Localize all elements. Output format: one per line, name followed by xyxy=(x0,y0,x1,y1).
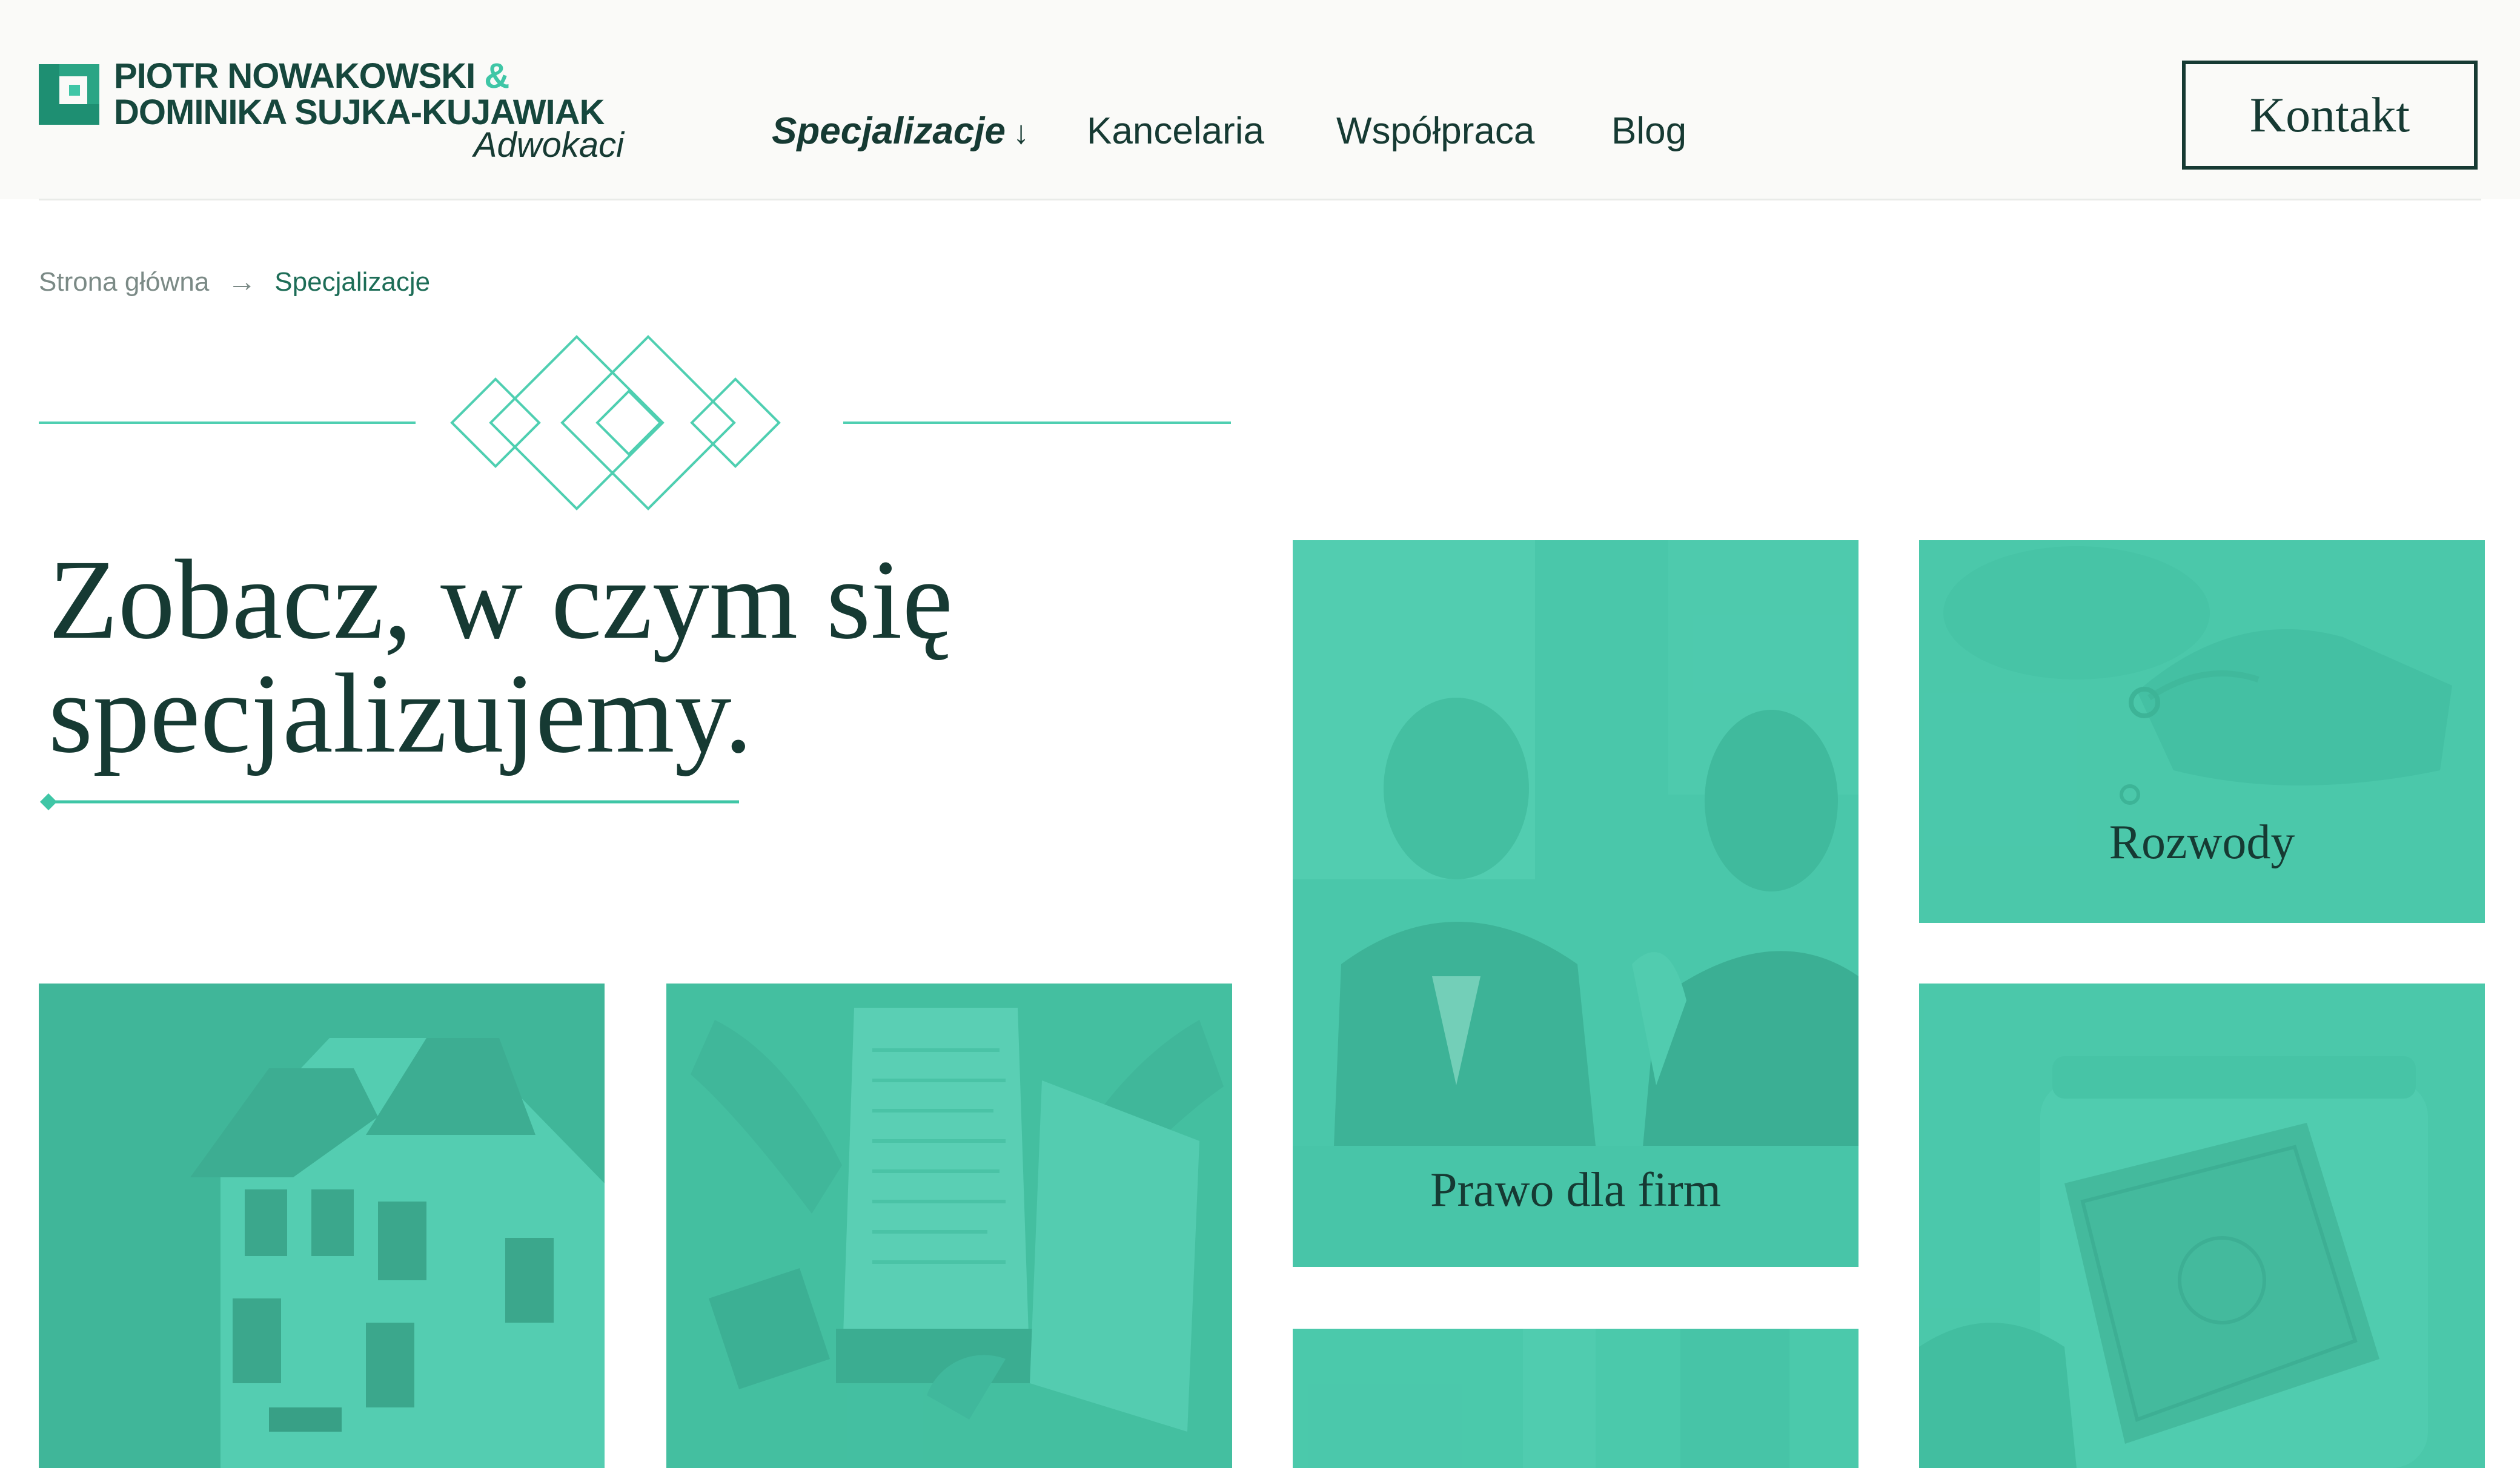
diamond-ornament-icon xyxy=(39,335,1231,511)
specialization-card-house[interactable] xyxy=(39,984,605,1468)
nav-item-kancelaria[interactable]: Kancelaria xyxy=(1087,104,1264,159)
logo-ampersand: & xyxy=(484,56,509,96)
card-tint xyxy=(1919,984,2485,1468)
card-label: Rozwody xyxy=(2109,816,2295,869)
page-title-line2: specjalizujemy. xyxy=(48,650,753,776)
arrow-down-icon: ↓ xyxy=(1013,114,1030,151)
card-label: Prawo dla firm xyxy=(1430,1163,1721,1217)
specialization-card-money-jar[interactable] xyxy=(1919,984,2485,1468)
breadcrumb-current: Specjalizacje xyxy=(274,267,431,297)
logo-icon[interactable] xyxy=(39,64,99,125)
title-underline xyxy=(40,793,739,810)
breadcrumb: Strona główna → Specjalizacje xyxy=(39,264,430,300)
page-title-line1: Zobacz, w czym się xyxy=(48,536,953,663)
nav-item-specjalizacje[interactable]: Specjalizacje ↓ xyxy=(772,104,1029,160)
specialization-card-rozwody[interactable]: Rozwody xyxy=(1919,540,2485,923)
card-tint xyxy=(39,984,605,1468)
nav-item-blog[interactable]: Blog xyxy=(1611,104,1686,159)
card-tint xyxy=(666,984,1232,1468)
page-title: Zobacz, w czym się specjalizujemy. xyxy=(48,543,1199,770)
specialization-card-office[interactable] xyxy=(1293,1329,1858,1468)
card-tint xyxy=(1293,1329,1858,1468)
nav-item-label: Specjalizacje xyxy=(772,110,1006,152)
specialization-card-contract[interactable] xyxy=(666,984,1232,1468)
breadcrumb-home-link[interactable]: Strona główna xyxy=(39,264,209,300)
logo-wordmark[interactable]: PIOTR NOWAKOWSKI & DOMINIKA SUJKA-KUJAWI… xyxy=(114,58,647,131)
specialization-card-prawo-dla-firm[interactable]: Prawo dla firm xyxy=(1293,540,1858,1267)
logo-subtitle: Adwokaci xyxy=(473,125,624,165)
header-divider xyxy=(39,199,2481,200)
logo-line1: PIOTR NOWAKOWSKI xyxy=(114,56,476,96)
nav-item-wspolpraca[interactable]: Współpraca xyxy=(1336,104,1534,159)
site-header: PIOTR NOWAKOWSKI & DOMINIKA SUJKA-KUJAWI… xyxy=(0,0,2520,199)
contact-button[interactable]: Kontakt xyxy=(2182,61,2478,170)
arrow-right-icon: → xyxy=(227,266,257,298)
card-tint xyxy=(1293,540,1858,1267)
